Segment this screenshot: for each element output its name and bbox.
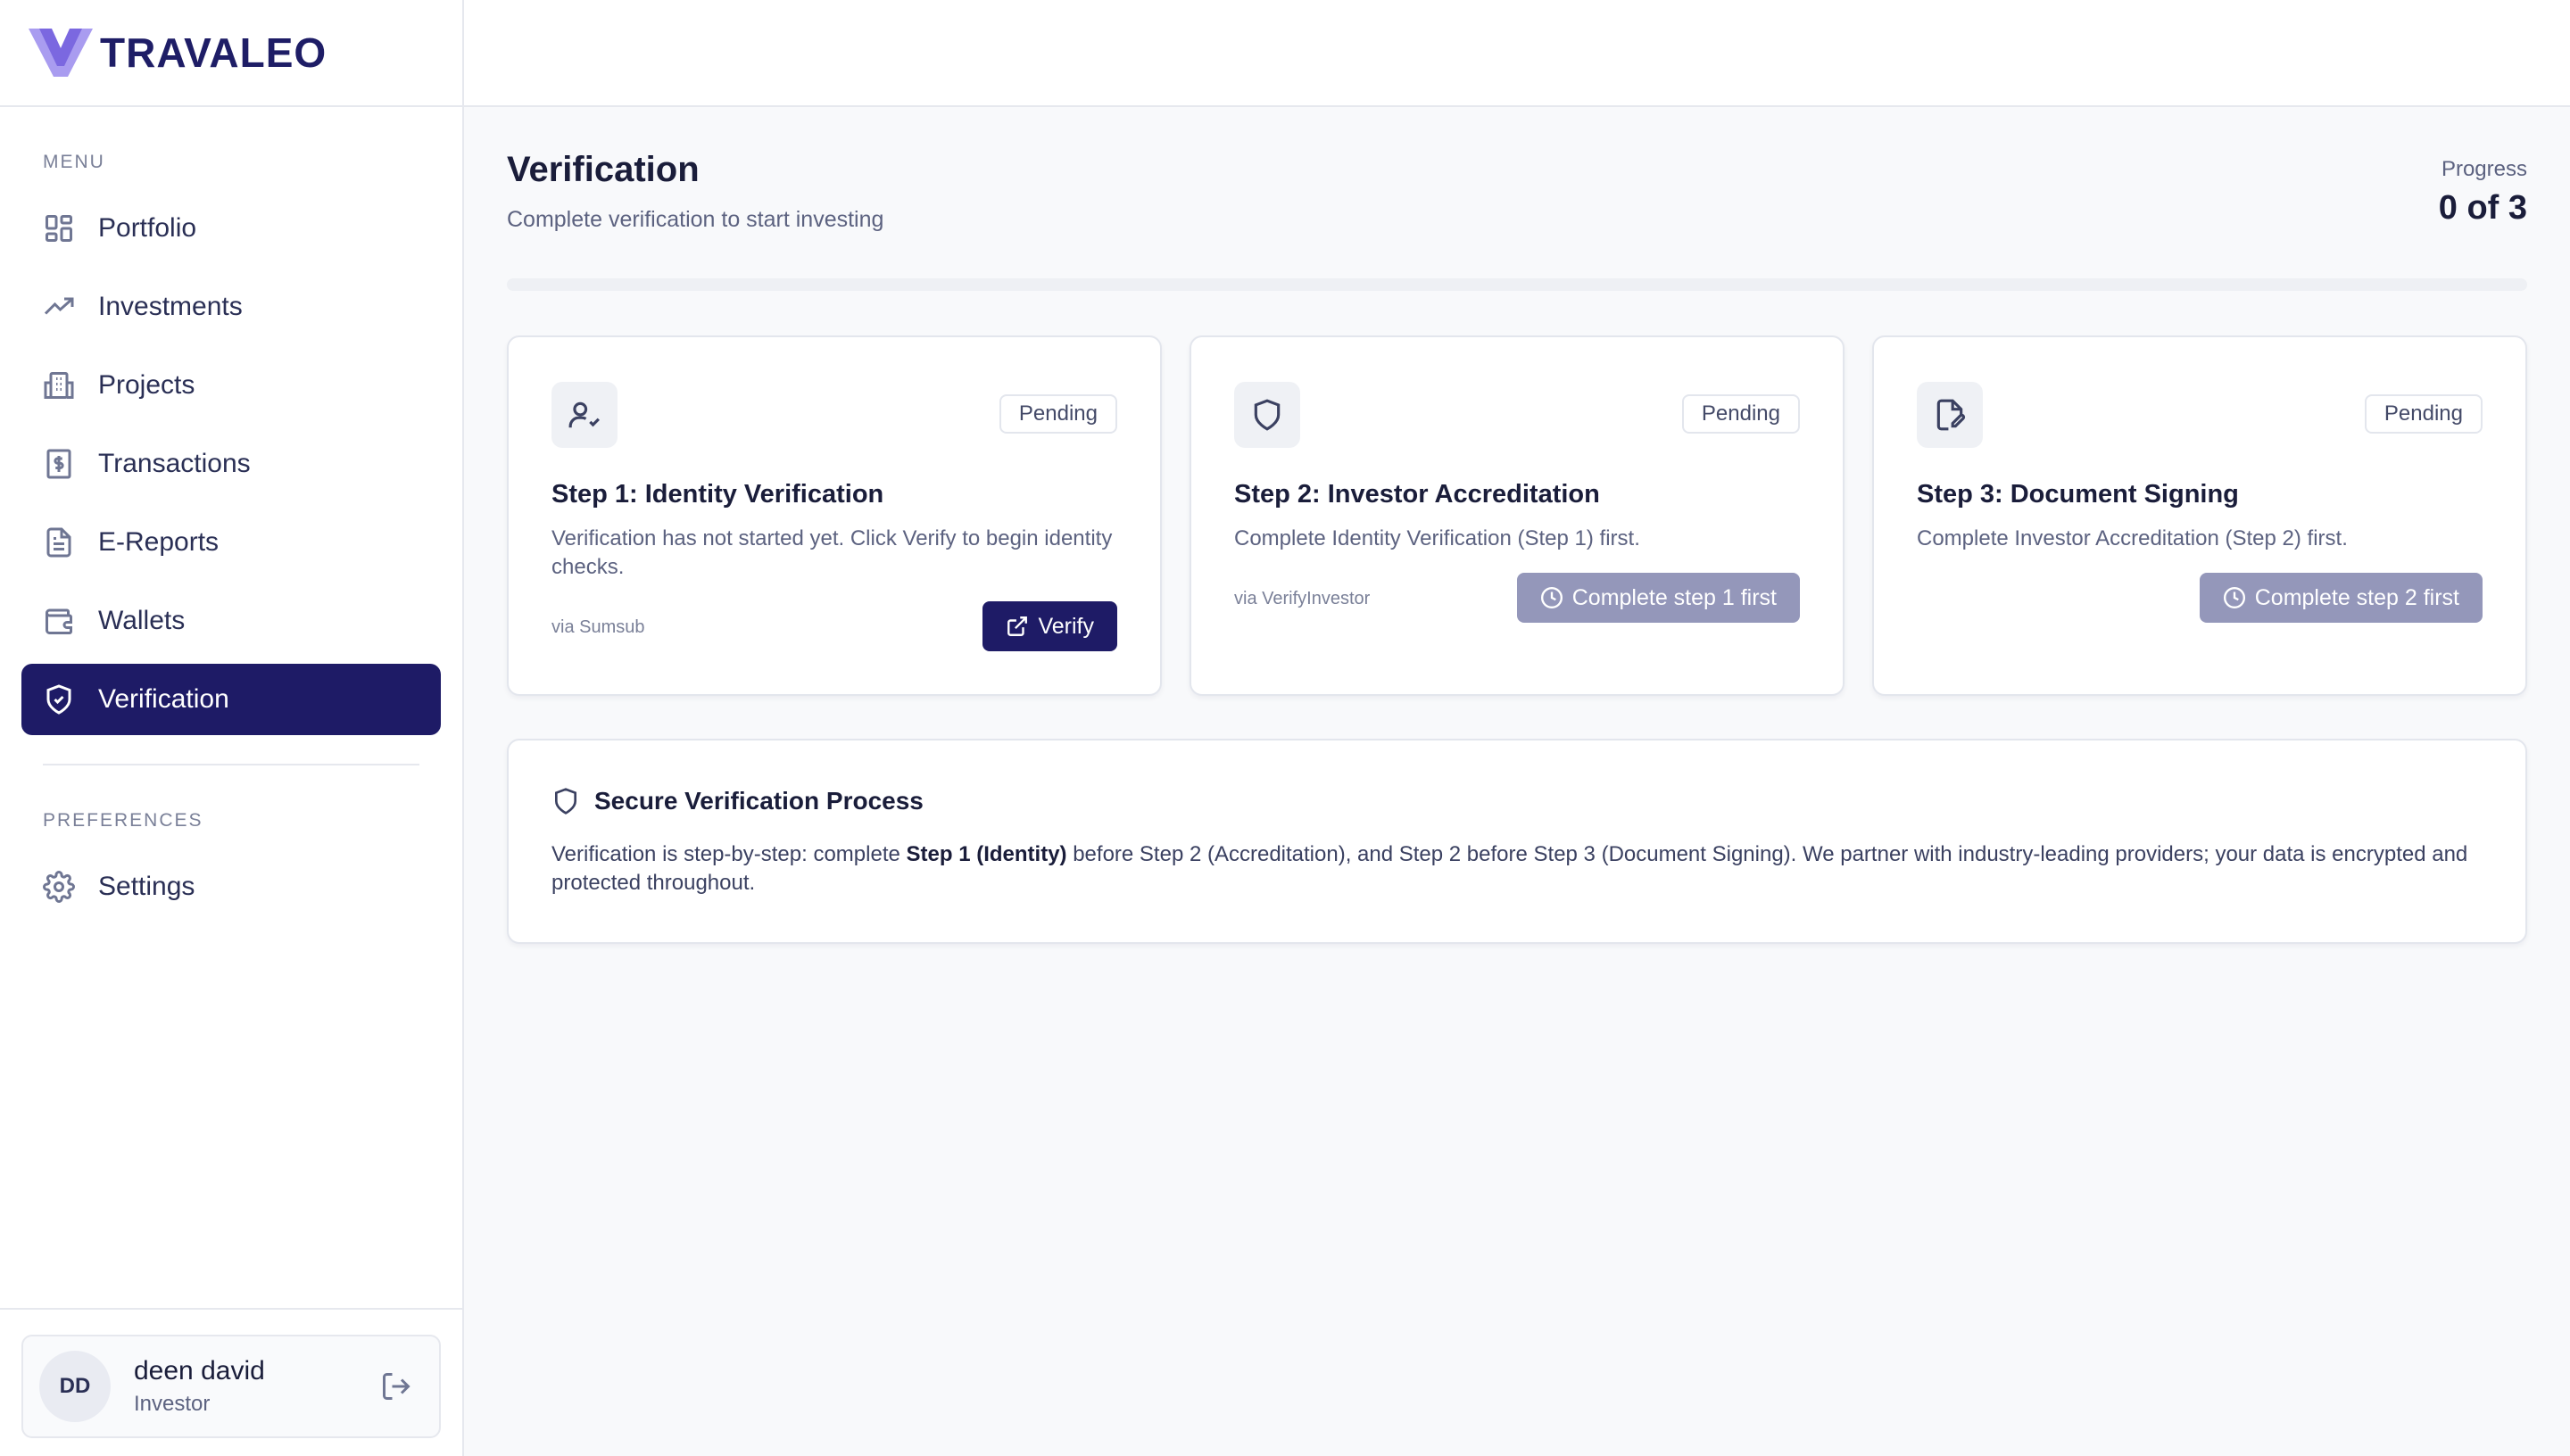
clock-icon [1540,586,1563,609]
status-badge: Pending [999,394,1117,434]
user-check-icon [568,401,600,428]
gear-icon [43,871,75,903]
grid-icon [46,215,72,242]
building-icon [44,372,74,399]
sidebar-item-label: Investments [98,292,243,321]
trending-up-icon [44,297,74,315]
step-icon-wrapper [1917,382,1983,448]
shield-check-icon [46,684,71,715]
user-card[interactable]: DD deen david Investor [21,1335,441,1438]
user-role: Investor [134,1392,211,1416]
sidebar-item-label: Projects [98,370,195,400]
file-sign-icon [1936,399,1966,431]
sidebar-item-portfolio[interactable]: Portfolio [21,193,441,264]
progress-bar [507,278,2527,291]
brand-logo[interactable]: TRAVALEO [0,0,462,107]
verify-button[interactable]: Verify [982,601,1117,651]
sidebar: TRAVALEO MENU Portfolio Investments Proj… [0,0,464,1456]
step-icon-wrapper [551,382,618,448]
sidebar-item-investments[interactable]: Investments [21,271,441,343]
sidebar-divider [43,764,419,765]
sidebar-item-label: Wallets [98,606,186,635]
info-text-prefix: Verification is step-by-step: complete [551,842,907,866]
complete-step-2-label: Complete step 2 first [2254,584,2459,610]
clock-icon [2223,586,2245,609]
logout-icon [383,1373,410,1400]
info-text-bold: Step 1 (Identity) [906,842,1067,866]
top-bar [464,0,2570,107]
shield-icon [555,788,576,815]
external-link-icon [1007,616,1028,636]
sidebar-item-e-reports[interactable]: E-Reports [21,507,441,578]
menu-section-label: MENU [43,152,105,172]
step-description: Complete Investor Accreditation (Step 2)… [1917,526,2348,550]
step-provider: via Sumsub [551,617,645,637]
preferences-section-label: PREFERENCES [43,810,203,831]
status-badge: Pending [1681,394,1800,434]
secure-process-card: Secure Verification Process Verification… [507,739,2527,944]
user-name: deen david [134,1356,265,1386]
sidebar-item-wallets[interactable]: Wallets [21,585,441,657]
file-text-icon [46,527,71,558]
complete-step-1-label: Complete step 1 first [1571,584,1777,610]
complete-step-2-button[interactable]: Complete step 2 first [2199,573,2483,623]
sidebar-item-label: Transactions [98,449,251,478]
step-title: Step 1: Identity Verification [551,480,884,509]
progress-label: Progress [2441,157,2527,181]
page-subtitle: Complete verification to start investing [507,207,884,232]
step-card-document-signing: Pending Step 3: Document Signing Complet… [1872,335,2527,696]
logout-button[interactable] [380,1370,412,1402]
step-card-identity: Pending Step 1: Identity Verification Ve… [507,335,1162,696]
verify-button-label: Verify [1038,613,1094,639]
sidebar-item-label: Settings [98,872,195,901]
step-provider: via VerifyInvestor [1234,589,1371,608]
status-badge: Pending [2364,394,2483,434]
complete-step-1-button[interactable]: Complete step 1 first [1516,573,1800,623]
step-description: Verification has not started yet. Click … [551,526,1113,579]
page-title: Verification [507,150,700,189]
step-title: Step 2: Investor Accreditation [1234,480,1600,509]
secure-process-header: Secure Verification Process [551,787,924,815]
travaleo-logo-icon [29,29,93,77]
progress-value: 0 of 3 [2438,189,2527,227]
sidebar-item-label: Verification [98,684,229,714]
user-area: DD deen david Investor [0,1308,462,1456]
step-title: Step 3: Document Signing [1917,480,2239,509]
brand-name: TRAVALEO [100,29,327,76]
sidebar-item-projects[interactable]: Projects [21,350,441,421]
step-icon-wrapper [1234,382,1300,448]
sidebar-item-settings[interactable]: Settings [21,851,441,922]
step-description: Complete Identity Verification (Step 1) … [1234,526,1640,550]
secure-process-description: Verification is step-by-step: complete S… [551,840,2479,898]
wallet-icon [46,608,72,634]
sidebar-item-transactions[interactable]: Transactions [21,428,441,500]
sidebar-item-verification[interactable]: Verification [21,664,441,735]
shield-icon [1254,399,1281,431]
secure-process-title: Secure Verification Process [594,787,924,815]
avatar: DD [39,1351,111,1422]
sidebar-item-label: Portfolio [98,213,197,243]
step-card-accreditation: Pending Step 2: Investor Accreditation C… [1190,335,1845,696]
dollar-receipt-icon [46,449,71,479]
user-info: deen david Investor [134,1356,265,1417]
sidebar-item-label: E-Reports [98,527,220,557]
